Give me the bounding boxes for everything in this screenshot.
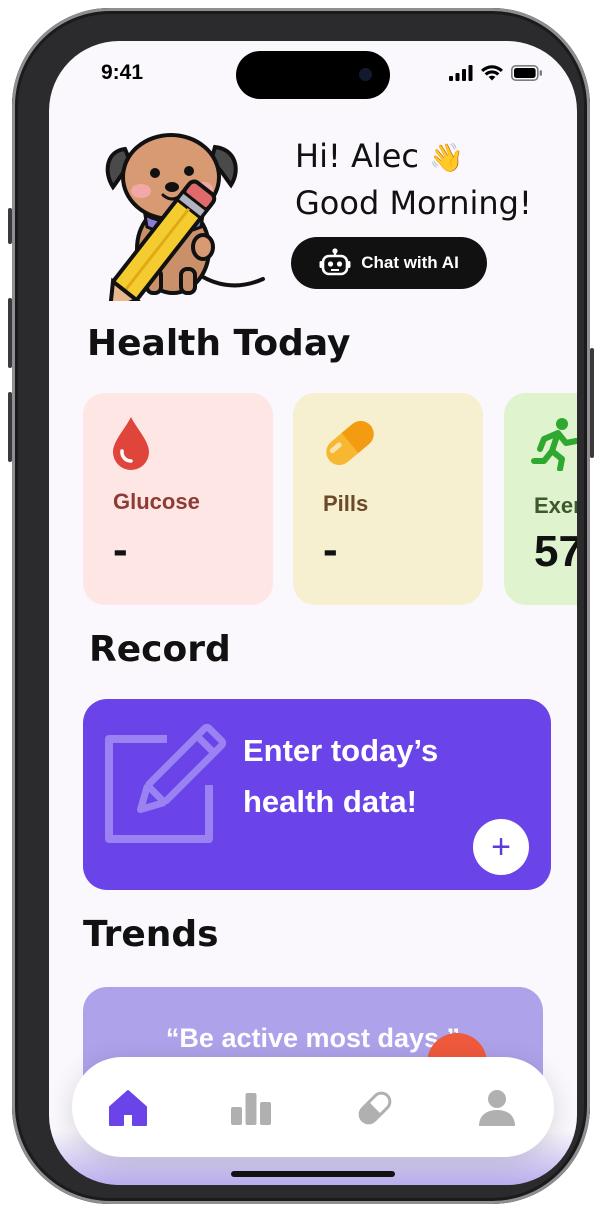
battery-icon bbox=[511, 65, 542, 81]
chat-with-ai-button[interactable]: Chat with AI bbox=[291, 237, 487, 289]
dynamic-island bbox=[236, 51, 390, 99]
person-icon bbox=[479, 1090, 515, 1126]
pill-icon bbox=[358, 1091, 392, 1125]
status-icons bbox=[449, 65, 543, 81]
health-card-glucose[interactable]: Glucose - bbox=[83, 393, 273, 605]
greeting-line-2: Good Morning! bbox=[295, 184, 532, 222]
record-health-data-card[interactable]: Enter today’s health data! + bbox=[83, 699, 551, 890]
phone-frame: 9:41 Hi! Alec 👋 Good Morning! Chat with … bbox=[8, 8, 594, 1204]
status-bar: 9:41 bbox=[49, 41, 577, 111]
greeting-name: Hi! Alec bbox=[295, 137, 420, 175]
edit-note-icon bbox=[105, 723, 227, 843]
volume-down-button bbox=[8, 392, 12, 462]
dog-mascot-with-pencil bbox=[105, 133, 265, 301]
section-title-record: Record bbox=[89, 629, 231, 670]
volume-up-button bbox=[8, 298, 12, 368]
power-button bbox=[590, 348, 594, 458]
section-title-health-today: Health Today bbox=[87, 323, 351, 364]
status-time: 9:41 bbox=[101, 61, 144, 84]
nav-pills[interactable] bbox=[350, 1083, 400, 1133]
pills-value: - bbox=[323, 525, 338, 574]
running-person-icon bbox=[531, 418, 577, 471]
section-title-trends: Trends bbox=[83, 914, 219, 955]
exercise-value: 57 bbox=[534, 527, 577, 576]
record-prompt-text: Enter today’s health data! bbox=[243, 733, 439, 819]
exercise-label: Exer bbox=[534, 493, 577, 518]
app-screen: 9:41 Hi! Alec 👋 Good Morning! Chat with … bbox=[49, 41, 577, 1185]
nav-home[interactable] bbox=[103, 1083, 153, 1133]
chat-button-label: Chat with AI bbox=[361, 253, 459, 272]
health-card-pills[interactable]: Pills - bbox=[293, 393, 483, 605]
bar-chart-icon bbox=[231, 1093, 271, 1125]
pills-label: Pills bbox=[323, 491, 369, 516]
glucose-value: - bbox=[113, 525, 128, 574]
home-indicator bbox=[231, 1171, 395, 1177]
wifi-icon bbox=[481, 65, 503, 81]
greeting-line-1: Hi! Alec 👋 bbox=[295, 137, 464, 175]
bottom-navigation bbox=[72, 1057, 554, 1157]
blood-drop-icon bbox=[113, 417, 149, 470]
pill-icon bbox=[326, 421, 374, 465]
glucose-label: Glucose bbox=[113, 489, 200, 514]
add-record-button[interactable]: + bbox=[473, 819, 529, 875]
signal-icon bbox=[449, 65, 473, 81]
health-card-exercise[interactable]: Exer 57 bbox=[504, 393, 577, 605]
nav-profile[interactable] bbox=[472, 1083, 522, 1133]
robot-icon bbox=[319, 248, 351, 276]
mute-switch bbox=[8, 208, 12, 244]
home-icon bbox=[109, 1090, 147, 1126]
wave-emoji: 👋 bbox=[429, 141, 465, 174]
nav-stats[interactable] bbox=[226, 1083, 276, 1133]
camera-dot bbox=[359, 68, 372, 81]
